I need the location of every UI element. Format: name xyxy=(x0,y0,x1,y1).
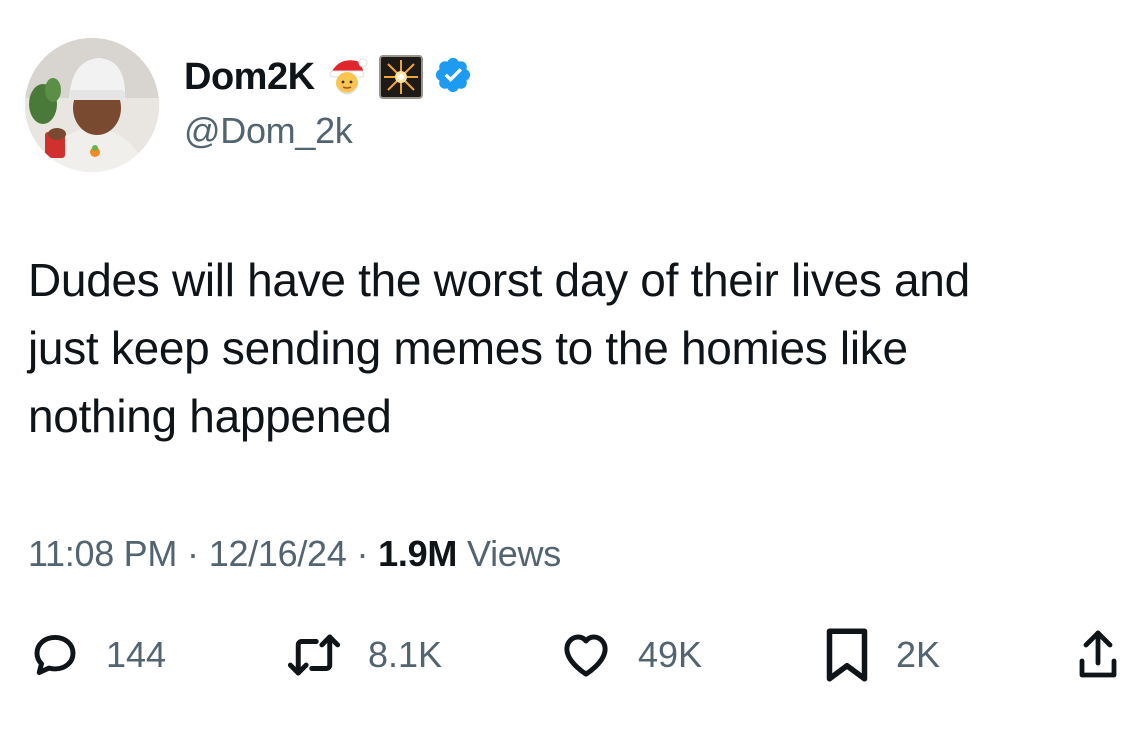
avatar[interactable] xyxy=(25,38,159,172)
bookmark-count: 2K xyxy=(896,634,941,675)
tweet-time[interactable]: 11:08 PM xyxy=(28,533,177,575)
meta-separator: · xyxy=(187,533,199,574)
tweet-meta: 11:08 PM · 12/16/24 · 1.9M Views xyxy=(28,533,561,575)
author-name-row: Dom2K xyxy=(184,52,477,102)
meta-separator: · xyxy=(356,533,369,574)
tweet-date[interactable]: 12/16/24 xyxy=(209,533,347,575)
bookmark-icon xyxy=(826,628,868,682)
reply-button[interactable]: 144 xyxy=(28,620,166,690)
fireworks-emoji-icon xyxy=(378,55,423,99)
author-handle[interactable]: @Dom_2k xyxy=(184,110,353,152)
like-count: 49K xyxy=(638,634,703,675)
author-display-name[interactable]: Dom2K xyxy=(184,56,315,99)
share-button[interactable] xyxy=(1078,620,1118,690)
heart-icon xyxy=(564,634,608,677)
repost-icon xyxy=(287,634,341,676)
tweet-text: Dudes will have the worst day of their l… xyxy=(28,254,970,442)
reply-count: 144 xyxy=(106,634,167,675)
share-icon xyxy=(1079,630,1117,678)
avatar-image xyxy=(25,38,159,172)
verified-badge-icon[interactable] xyxy=(433,55,477,99)
tweet-actions: 144 8.1K 49K 2K xyxy=(0,620,1123,690)
views-count: 1.9M xyxy=(378,533,458,574)
like-button[interactable]: 49K xyxy=(558,620,702,690)
santa-emoji-icon xyxy=(325,55,369,99)
reply-icon xyxy=(34,634,76,676)
repost-count: 8.1K xyxy=(368,634,443,675)
tweet-card: Dom2K @Dom_2k Dudes will have the worst … xyxy=(0,0,1123,746)
views-label: Views xyxy=(467,533,561,574)
repost-button[interactable]: 8.1K xyxy=(284,620,442,690)
bookmark-button[interactable]: 2K xyxy=(822,620,940,690)
